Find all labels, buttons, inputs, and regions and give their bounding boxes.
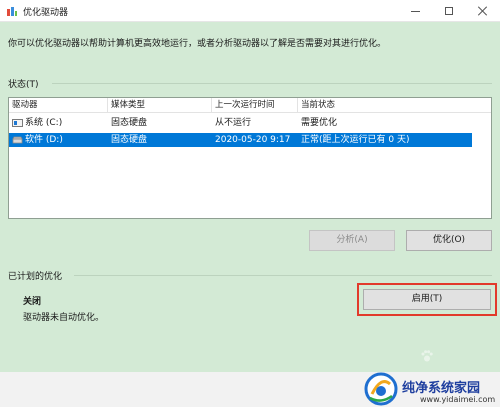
title-bar: 优化驱动器 <box>0 0 500 22</box>
maximize-icon <box>445 7 453 15</box>
column-header-last-run[interactable]: 上一次运行时间 <box>212 98 298 113</box>
drive-name: 软件 (D:) <box>25 135 63 145</box>
drive-list-header: 驱动器 媒体类型 上一次运行时间 当前状态 <box>9 98 491 113</box>
close-icon <box>478 6 488 16</box>
window-title: 优化驱动器 <box>23 8 69 18</box>
watermark: 纯净系统家园 www.yidaimei.com <box>364 372 500 407</box>
drive-last-run: 从不运行 <box>215 118 252 128</box>
status-section-label: 状态(T) <box>8 80 39 90</box>
drive-row-d[interactable]: 软件 (D:) 固态硬盘 2020-05-20 9:17 正常(距上次运行已有 … <box>9 133 472 147</box>
analyze-button[interactable]: 分析(A) <box>309 230 395 251</box>
drive-name: 系统 (C:) <box>25 118 63 128</box>
maximize-button[interactable] <box>432 0 466 22</box>
drive-list[interactable]: 驱动器 媒体类型 上一次运行时间 当前状态 系统 (C:) 固态硬盘 从不运行 … <box>8 97 492 219</box>
status-divider <box>52 83 492 84</box>
intro-text: 你可以优化驱动器以帮助计算机更高效地运行，或者分析驱动器以了解是否需要对其进行优… <box>8 39 387 49</box>
drive-media-type: 固态硬盘 <box>111 118 148 128</box>
close-button[interactable] <box>466 0 500 22</box>
minimize-icon <box>410 10 420 12</box>
drive-row-c[interactable]: 系统 (C:) 固态硬盘 从不运行 需要优化 <box>9 116 472 130</box>
watermark-url: www.yidaimei.com <box>420 395 496 404</box>
windows-drive-icon <box>12 119 23 127</box>
drive-last-run: 2020-05-20 9:17 <box>215 135 291 145</box>
drive-icon <box>12 136 23 144</box>
drive-media-type: 固态硬盘 <box>111 135 148 145</box>
column-header-media-type[interactable]: 媒体类型 <box>108 98 212 113</box>
scheduled-divider <box>74 275 492 276</box>
schedule-status-title: 关闭 <box>23 297 42 307</box>
watermark-logo-icon <box>364 372 398 406</box>
minimize-button[interactable] <box>398 0 432 22</box>
column-header-current-status[interactable]: 当前状态 <box>298 98 472 113</box>
annotation-highlight <box>357 283 497 316</box>
schedule-status-description: 驱动器未自动优化。 <box>23 313 105 323</box>
watermark-text: 纯净系统家园 <box>402 381 481 396</box>
paw-icon <box>421 350 433 362</box>
optimize-drives-window: 优化驱动器 你可以优化驱动器以帮助计算机更高效地运行，或者分析驱动器以了解是否需… <box>0 0 500 407</box>
drive-status: 正常(距上次运行已有 0 天) <box>301 135 410 145</box>
drive-status: 需要优化 <box>301 118 338 128</box>
optimize-button[interactable]: 优化(O) <box>406 230 492 251</box>
optimize-drives-app-icon <box>7 7 17 16</box>
column-header-drive[interactable]: 驱动器 <box>9 98 108 113</box>
scheduled-section-label: 已计划的优化 <box>8 272 63 282</box>
